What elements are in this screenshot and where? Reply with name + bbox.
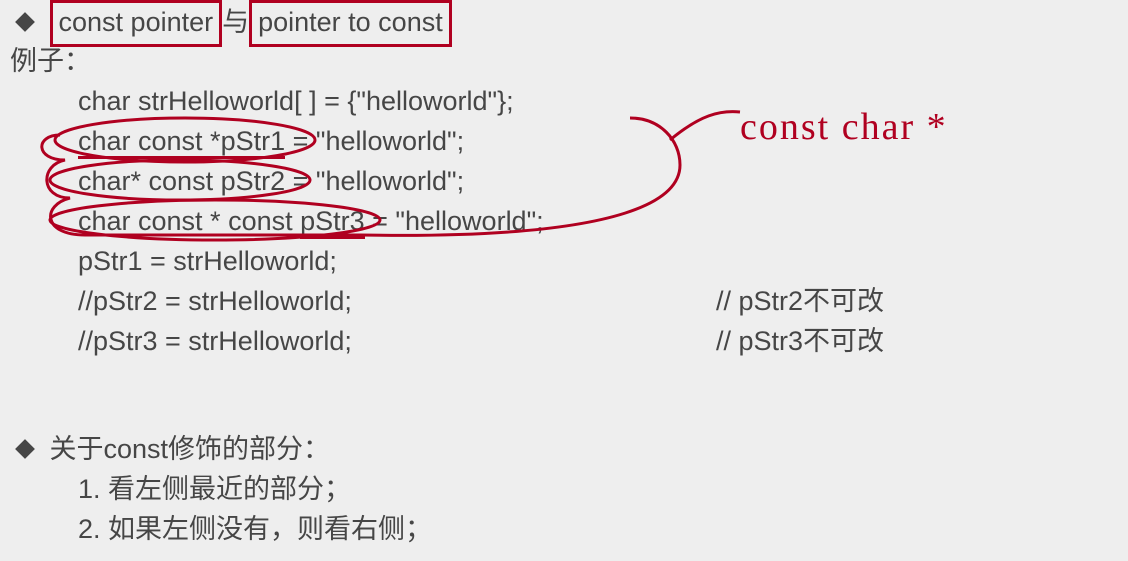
boxed-term-1: const pointer	[50, 0, 223, 47]
code-line-4-rest: = "helloworld";	[365, 206, 544, 236]
boxed-term-2: pointer to const	[249, 0, 452, 47]
code-line-3: char* const pStr2 = "helloworld";	[78, 162, 464, 201]
diamond-bullet-icon	[15, 12, 35, 32]
code-line-5: pStr1 = strHelloworld;	[78, 242, 337, 281]
section-2-title: 关于const修饰的部分：	[18, 430, 330, 469]
code-line-2: char const *pStr1 = "helloworld";	[78, 122, 464, 161]
code-line-7: //pStr3 = strHelloworld;	[78, 322, 352, 361]
code-line-1: char strHelloworld[ ] = {"helloworld"};	[78, 82, 514, 121]
rule-1: 1. 看左侧最近的部分；	[78, 470, 351, 509]
example-label: 例子：	[10, 42, 91, 81]
code-line-2-rest: = "helloworld";	[285, 126, 464, 156]
rule-2: 2. 如果左侧没有，则看右侧；	[78, 510, 432, 549]
code-line-2-decl: char const *pStr1	[78, 126, 285, 159]
joiner: 与	[222, 7, 249, 37]
section-2-title-text: 关于const修饰的部分：	[50, 434, 331, 464]
code-line-6: //pStr2 = strHelloworld;	[78, 282, 352, 321]
handwritten-annotation: const char *	[740, 100, 948, 155]
code-line-4-decl: char const * const	[78, 206, 300, 236]
code-line-7-comment: // pStr3不可改	[716, 322, 884, 361]
code-line-4: char const * const pStr3 = "helloworld";	[78, 202, 544, 241]
code-line-6-comment: // pStr2不可改	[716, 282, 884, 321]
code-line-4-var: pStr3	[300, 206, 365, 239]
diamond-bullet-icon	[15, 439, 35, 459]
heading-row: const pointer与pointer to const	[18, 0, 452, 47]
